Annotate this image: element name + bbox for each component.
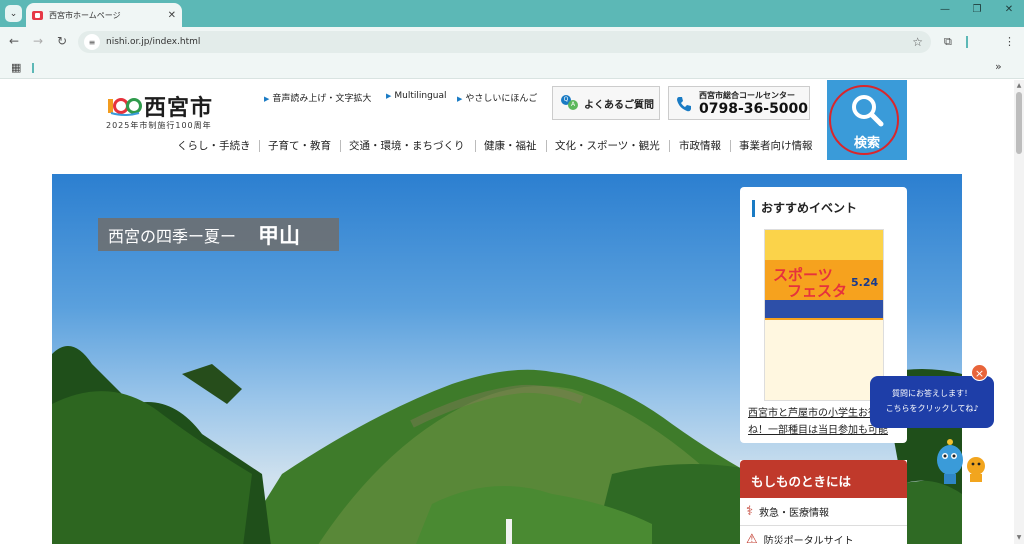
mascot-icon[interactable]: [932, 436, 992, 488]
site-info-icon[interactable]: ≡: [84, 34, 100, 50]
gnav-business[interactable]: 事業者向け情報: [739, 138, 813, 153]
apps-grid-icon[interactable]: ▦: [11, 61, 21, 74]
poster-band: [765, 300, 883, 318]
gnav-divider: [475, 140, 476, 152]
hero-caption-place: 甲山: [258, 223, 301, 248]
gnav-childcare[interactable]: 子育て・教育: [268, 138, 331, 153]
reload-icon[interactable]: ↻: [54, 34, 70, 48]
emergency-item-label: 防災ポータルサイト: [763, 536, 854, 544]
browser-toolbar: ← → ↻ ≡ nishi.or.jp/index.html ☆ ⧉ ⋮: [0, 27, 1024, 57]
scrollbar-thumb[interactable]: [1016, 92, 1022, 154]
chatbot-line2: こちらをクリックしてね♪: [885, 404, 979, 413]
event-poster[interactable]: スポーツ フェスタ 5.24: [764, 229, 884, 401]
search-button[interactable]: 検索: [827, 80, 907, 160]
hero-caption-season: 西宮の四季ー夏ー: [108, 226, 237, 246]
gnav-divider: [340, 140, 341, 152]
search-icon: [852, 95, 884, 127]
gnav-living[interactable]: くらし・手続き: [177, 138, 251, 153]
web-page: 西宮市 2025年市制施行100周年 ▶ 音声読み上げ・文字拡大 ▶ Multili…: [0, 80, 1014, 544]
util-link-multilingual[interactable]: ▶ Multilingual: [386, 91, 447, 101]
gnav-transport[interactable]: 交通・環境・まちづくり: [349, 138, 465, 153]
util-link-label: Multilingual: [394, 91, 447, 101]
minimize-icon[interactable]: —: [932, 4, 958, 15]
util-link-label: 音声読み上げ・文字拡大: [272, 94, 372, 104]
emergency-title: もしものときには: [740, 460, 907, 498]
poster-title-line2: フェスタ: [787, 282, 848, 300]
gnav-culture[interactable]: 文化・スポーツ・観光: [555, 138, 660, 153]
gnav-divider: [669, 140, 670, 152]
url-text[interactable]: nishi.or.jp/index.html: [106, 37, 912, 47]
scroll-up-icon[interactable]: ▲: [1015, 82, 1023, 89]
gnav-municipal[interactable]: 市政情報: [679, 138, 721, 153]
emergency-panel: もしものときには ⚕ 救急・医療情報 ⚠ 防災ポータルサイト: [740, 460, 907, 544]
events-title: おすすめイベント: [752, 200, 857, 217]
emergency-item-medical[interactable]: ⚕ 救急・医療情報: [740, 498, 907, 526]
chatbot-line1: 質問にお答えします！: [892, 389, 972, 398]
util-link-voice[interactable]: ▶ 音声読み上げ・文字拡大: [264, 91, 371, 104]
tab-close-icon[interactable]: ✕: [168, 10, 176, 21]
warning-icon: ⚠: [746, 532, 758, 544]
anniversary-100-icon: [108, 98, 142, 116]
chatbot-bubble[interactable]: 質問にお答えします！ こちらをクリックしてね♪: [870, 376, 994, 428]
scroll-down-icon[interactable]: ▼: [1015, 534, 1023, 541]
back-icon[interactable]: ←: [6, 34, 22, 48]
logo-name: 西宮市: [144, 95, 214, 121]
bookmarks-divider: [32, 63, 34, 73]
poster-band: [765, 230, 883, 260]
faq-icon: QA: [561, 95, 579, 111]
address-bar[interactable]: ≡ nishi.or.jp/index.html ☆: [78, 31, 931, 53]
toolbar-divider: [966, 36, 968, 48]
gnav-divider: [546, 140, 547, 152]
forward-icon[interactable]: →: [30, 34, 46, 48]
page-scrollbar[interactable]: ▲ ▼: [1014, 80, 1024, 544]
faq-button[interactable]: QA よくあるご質問: [552, 86, 660, 120]
poster-band: [765, 320, 883, 400]
bookmarks-bar: ▦ »: [0, 57, 1024, 79]
site-logo[interactable]: 西宮市 2025年市制施行100周年: [106, 92, 220, 132]
phone-icon: [677, 97, 691, 112]
logo-subtitle: 2025年市制施行100周年: [106, 121, 212, 130]
emergency-item-disaster[interactable]: ⚠ 防災ポータルサイト: [740, 526, 907, 544]
triangle-icon: ▶: [457, 95, 463, 103]
bookmarks-overflow-icon[interactable]: »: [995, 60, 1002, 73]
call-center-box[interactable]: 西宮市総合コールセンター 0798-36-5000: [668, 86, 810, 120]
call-center-number: 0798-36-5000: [699, 101, 809, 117]
window-close-icon[interactable]: ✕: [996, 4, 1022, 15]
faq-label: よくあるご質問: [584, 99, 654, 111]
search-label: 検索: [853, 136, 880, 151]
stethoscope-icon: ⚕: [746, 504, 754, 519]
tab-search-icon[interactable]: ⌄: [5, 5, 22, 22]
menu-icon[interactable]: ⋮: [1004, 35, 1015, 48]
extensions-icon[interactable]: ⧉: [944, 35, 952, 49]
chatbot-close-icon[interactable]: ×: [971, 364, 988, 381]
triangle-icon: ▶: [264, 95, 270, 103]
call-center-title: 西宮市総合コールセンター: [699, 91, 795, 100]
tab-title: 西宮市ホームページ: [49, 10, 121, 20]
bookmark-star-icon[interactable]: ☆: [912, 35, 923, 49]
util-link-easy-japanese[interactable]: ▶ やさしいにほんご: [457, 91, 537, 104]
hero-caption: 西宮の四季ー夏ー 甲山: [98, 218, 339, 251]
favicon-icon: [32, 10, 43, 20]
gnav-divider: [730, 140, 731, 152]
browser-tab[interactable]: 西宮市ホームページ ✕: [26, 3, 182, 27]
restore-icon[interactable]: ❐: [964, 4, 990, 15]
gnav-health[interactable]: 健康・福祉: [484, 138, 537, 153]
triangle-icon: ▶: [386, 92, 392, 100]
emergency-item-label: 救急・医療情報: [759, 508, 830, 519]
util-link-label: やさしいにほんご: [465, 94, 538, 104]
browser-tabstrip: ⌄ 西宮市ホームページ ✕ — ❐ ✕: [0, 0, 1024, 27]
gnav-divider: [259, 140, 260, 152]
poster-date: 5.24: [851, 276, 879, 289]
